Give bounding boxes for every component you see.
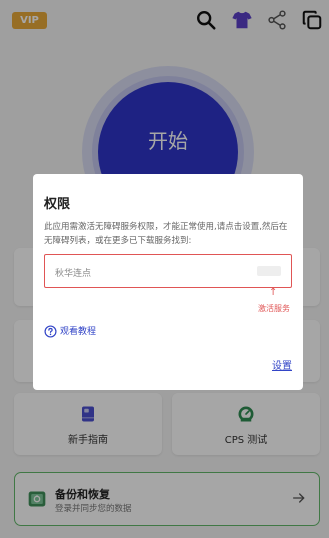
app-screen: VIP 开始 新手指南 CPS 测试 备份和恢复 登录并同步您的数据 权限 此应… (0, 0, 329, 538)
help-icon (44, 323, 57, 338)
dialog-title: 权限 (44, 197, 71, 212)
service-toggle[interactable] (257, 266, 281, 276)
dialog-message: 此应用需激活无障碍服务权限，才能正常使用,请点击设置,然后在无障碍列表，或在更多… (44, 222, 288, 246)
activate-service-hint: 激活服务 (258, 304, 290, 313)
arrow-up-icon: ↑ (269, 287, 278, 298)
settings-button[interactable]: 设置 (272, 357, 292, 372)
service-name: 秋华连点 (55, 269, 92, 279)
accessibility-service-item[interactable]: 秋华连点 (44, 254, 292, 288)
watch-tutorial-label: 观看教程 (60, 327, 97, 337)
permission-dialog: 权限 此应用需激活无障碍服务权限，才能正常使用,请点击设置,然后在无障碍列表，或… (33, 174, 303, 390)
